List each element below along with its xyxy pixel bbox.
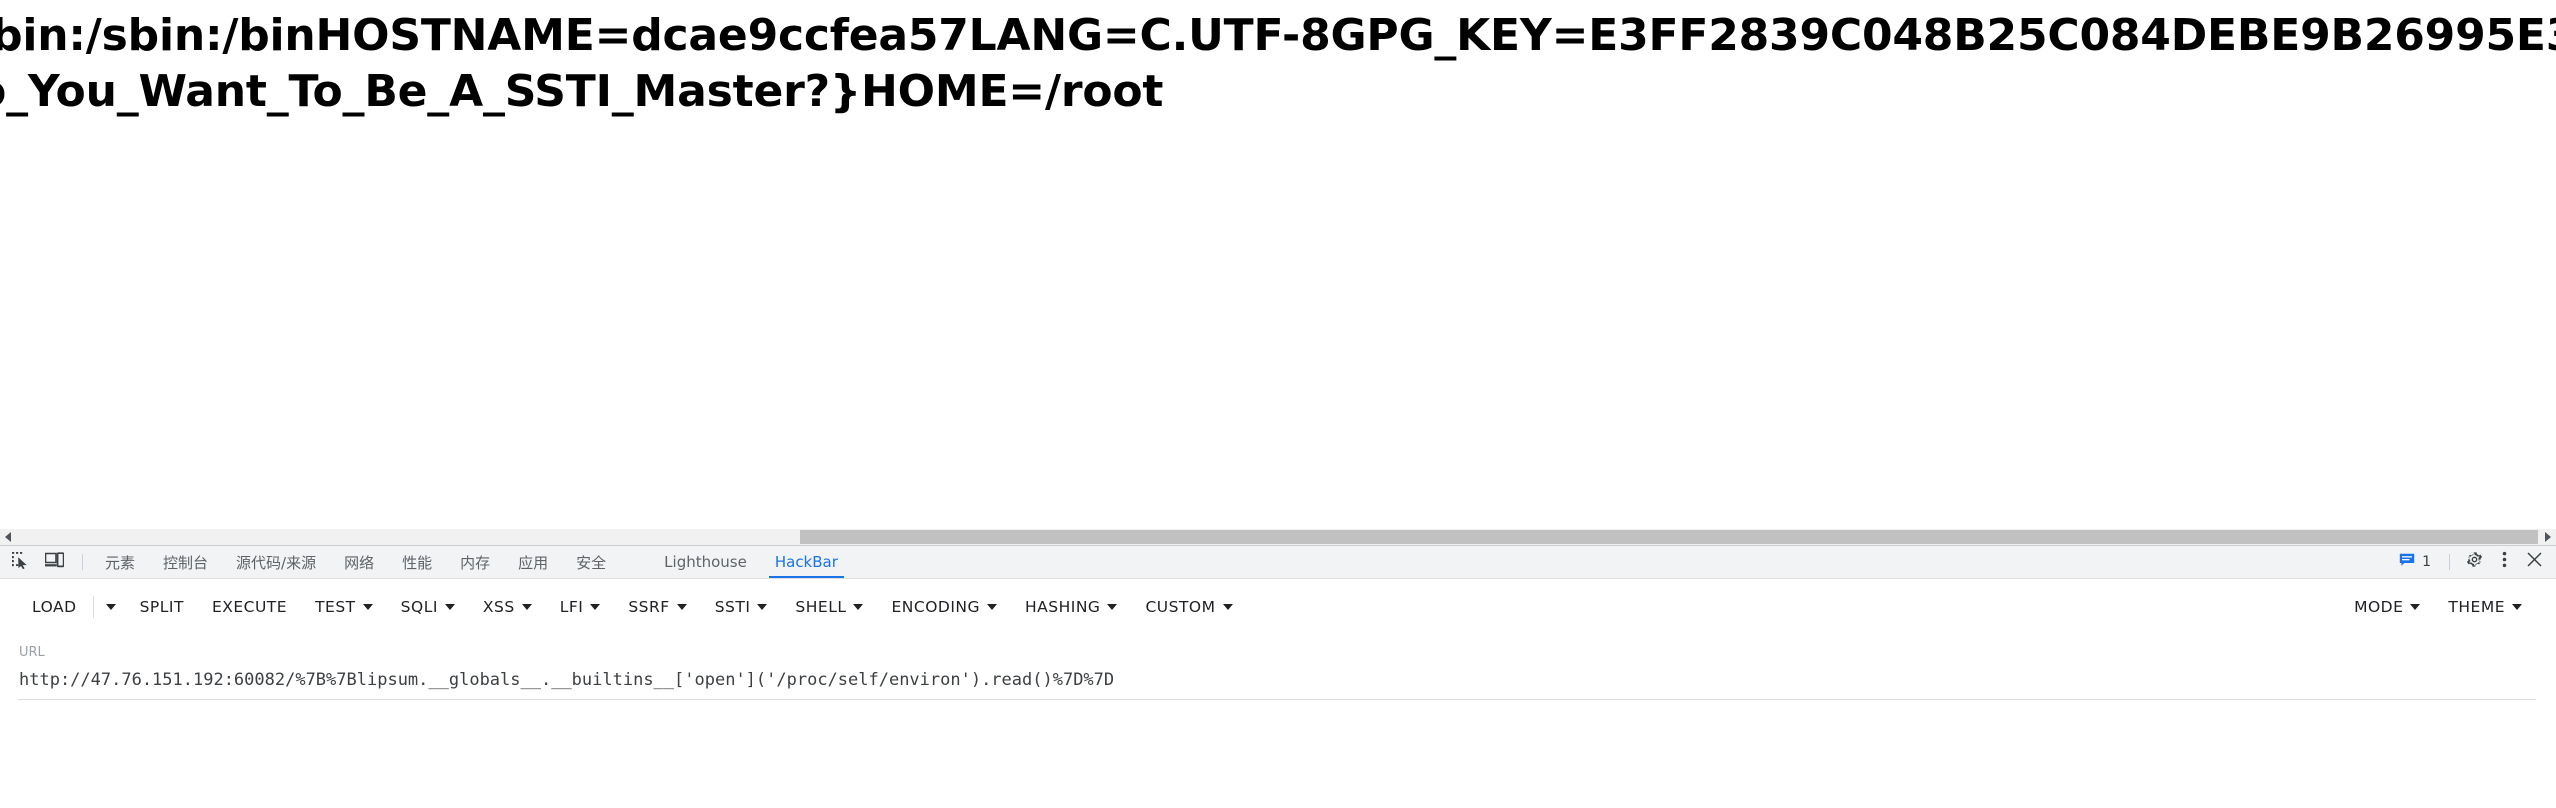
gear-icon	[2466, 551, 2483, 573]
tab-network[interactable]: 网络	[330, 546, 388, 578]
hackbar-actions-left: LOAD SPLIT EXECUTE TEST SQLI XSS LFI SSR…	[18, 589, 1247, 625]
hackbar-sqli-menu[interactable]: SQLI	[387, 589, 469, 625]
hackbar-encoding-menu[interactable]: ENCODING	[877, 589, 1011, 625]
hackbar-shell-menu[interactable]: SHELL	[781, 589, 877, 625]
hackbar-theme-menu[interactable]: THEME	[2434, 589, 2536, 625]
inspect-element-button[interactable]	[6, 549, 34, 575]
scroll-right-arrow-icon[interactable]	[2539, 529, 2556, 545]
button-label: EXECUTE	[211, 597, 288, 616]
tab-performance[interactable]: 性能	[388, 546, 446, 578]
scrollbar-thumb[interactable]	[800, 530, 2538, 544]
hackbar-load-dropdown[interactable]	[96, 595, 126, 619]
tab-label: 网络	[344, 553, 375, 572]
close-icon	[2526, 552, 2542, 572]
chevron-down-icon	[2512, 603, 2522, 610]
more-vertical-icon	[2502, 551, 2507, 573]
chevron-down-icon	[676, 603, 687, 610]
chevron-down-icon	[590, 603, 601, 610]
tab-security[interactable]: 安全	[562, 546, 620, 578]
button-label: SHELL	[795, 597, 847, 616]
chevron-down-icon	[987, 603, 998, 610]
settings-button[interactable]	[2460, 549, 2488, 575]
button-label: LOAD	[32, 597, 77, 616]
device-toolbar-button[interactable]	[40, 549, 68, 575]
tab-elements[interactable]: 元素	[91, 546, 149, 578]
hackbar-url-row: URL http://47.76.151.192:60082/%7B%7Blip…	[0, 634, 2556, 700]
tab-label: 元素	[105, 553, 136, 572]
horizontal-scrollbar[interactable]	[0, 528, 2556, 545]
chevron-down-icon	[1107, 603, 1118, 610]
tab-label: 源代码/来源	[236, 553, 317, 572]
page-viewport: PATH=/usr/local/sbin:/usr/local/bin:/usr…	[0, 0, 2556, 528]
device-toolbar-icon	[44, 551, 64, 573]
hackbar-actions-right: MODE THEME	[2340, 589, 2536, 625]
toolbar-divider	[82, 554, 83, 570]
scroll-left-arrow-icon[interactable]	[0, 529, 17, 545]
http-response-body: PATH=/usr/local/sbin:/usr/local/bin:/usr…	[0, 10, 2556, 118]
devtools-tabbar-actions: 1	[2391, 546, 2556, 578]
tab-label: 应用	[518, 553, 549, 572]
hackbar-execute-button[interactable]: EXECUTE	[198, 589, 301, 625]
hackbar-mode-menu[interactable]: MODE	[2340, 589, 2434, 625]
chevron-down-icon	[521, 603, 532, 610]
hackbar-xss-menu[interactable]: XSS	[469, 589, 546, 625]
button-label: MODE	[2354, 597, 2404, 616]
chevron-down-icon	[362, 603, 373, 610]
tab-lighthouse[interactable]: Lighthouse	[650, 546, 761, 578]
hackbar-lfi-menu[interactable]: LFI	[546, 589, 615, 625]
load-separator	[92, 595, 94, 618]
tab-application[interactable]: 应用	[504, 546, 562, 578]
chevron-down-icon	[2410, 603, 2421, 610]
hackbar-toolbar: LOAD SPLIT EXECUTE TEST SQLI XSS LFI SSR…	[0, 579, 2556, 634]
devtools-panel: 元素 控制台 源代码/来源 网络 性能 内存 应用 安全 Lighthouse …	[0, 545, 2556, 808]
button-label: LFI	[559, 597, 584, 616]
tab-label: HackBar	[774, 553, 838, 571]
chevron-down-icon	[1222, 603, 1233, 610]
hackbar-ssti-menu[interactable]: SSTI	[701, 589, 782, 625]
tab-hackbar[interactable]: HackBar	[761, 546, 852, 578]
button-label: CUSTOM	[1145, 597, 1216, 616]
tab-console[interactable]: 控制台	[149, 546, 222, 578]
hackbar-load-button[interactable]: LOAD	[18, 589, 91, 625]
button-label: SPLIT	[139, 597, 184, 616]
tab-sources[interactable]: 源代码/来源	[222, 546, 330, 578]
chevron-down-icon	[757, 603, 768, 610]
close-devtools-button[interactable]	[2520, 549, 2548, 575]
devtools-tabbar: 元素 控制台 源代码/来源 网络 性能 内存 应用 安全 Lighthouse …	[0, 546, 2556, 579]
browser-window: PATH=/usr/local/sbin:/usr/local/bin:/usr…	[0, 0, 2556, 808]
button-label: SSTI	[714, 597, 751, 616]
chevron-down-icon	[105, 603, 116, 610]
url-field-label: URL	[19, 645, 45, 660]
button-label: ENCODING	[891, 597, 981, 616]
button-label: TEST	[315, 597, 356, 616]
hackbar-split-button[interactable]: SPLIT	[126, 589, 198, 625]
actions-divider	[2449, 554, 2450, 570]
tab-label: 控制台	[163, 553, 209, 572]
hackbar-ssrf-menu[interactable]: SSRF	[614, 589, 700, 625]
tab-spacer	[620, 546, 650, 578]
hackbar-custom-menu[interactable]: CUSTOM	[1131, 589, 1246, 625]
hackbar-hashing-menu[interactable]: HASHING	[1011, 589, 1131, 625]
console-messages-button[interactable]: 1	[2391, 549, 2439, 575]
devtools-tab-list: 元素 控制台 源代码/来源 网络 性能 内存 应用 安全 Lighthouse …	[91, 546, 2391, 578]
console-message-count: 1	[2422, 554, 2431, 570]
inspect-element-icon	[11, 551, 29, 574]
tab-label: 内存	[460, 553, 491, 572]
button-label: SSRF	[628, 597, 670, 616]
chevron-down-icon	[853, 603, 864, 610]
more-options-button[interactable]	[2490, 549, 2518, 575]
hackbar-test-menu[interactable]: TEST	[301, 589, 387, 625]
url-input[interactable]: http://47.76.151.192:60082/%7B%7Blipsum.…	[18, 667, 2536, 700]
button-label: THEME	[2448, 597, 2505, 616]
tab-label: 安全	[576, 553, 607, 572]
console-message-icon	[2399, 553, 2415, 572]
chevron-down-icon	[444, 603, 455, 610]
button-label: XSS	[482, 597, 515, 616]
button-label: HASHING	[1025, 597, 1101, 616]
devtools-tool-icons	[0, 546, 91, 578]
tab-memory[interactable]: 内存	[446, 546, 504, 578]
tab-label: Lighthouse	[664, 553, 747, 571]
button-label: SQLI	[400, 597, 438, 616]
tab-label: 性能	[402, 553, 433, 572]
